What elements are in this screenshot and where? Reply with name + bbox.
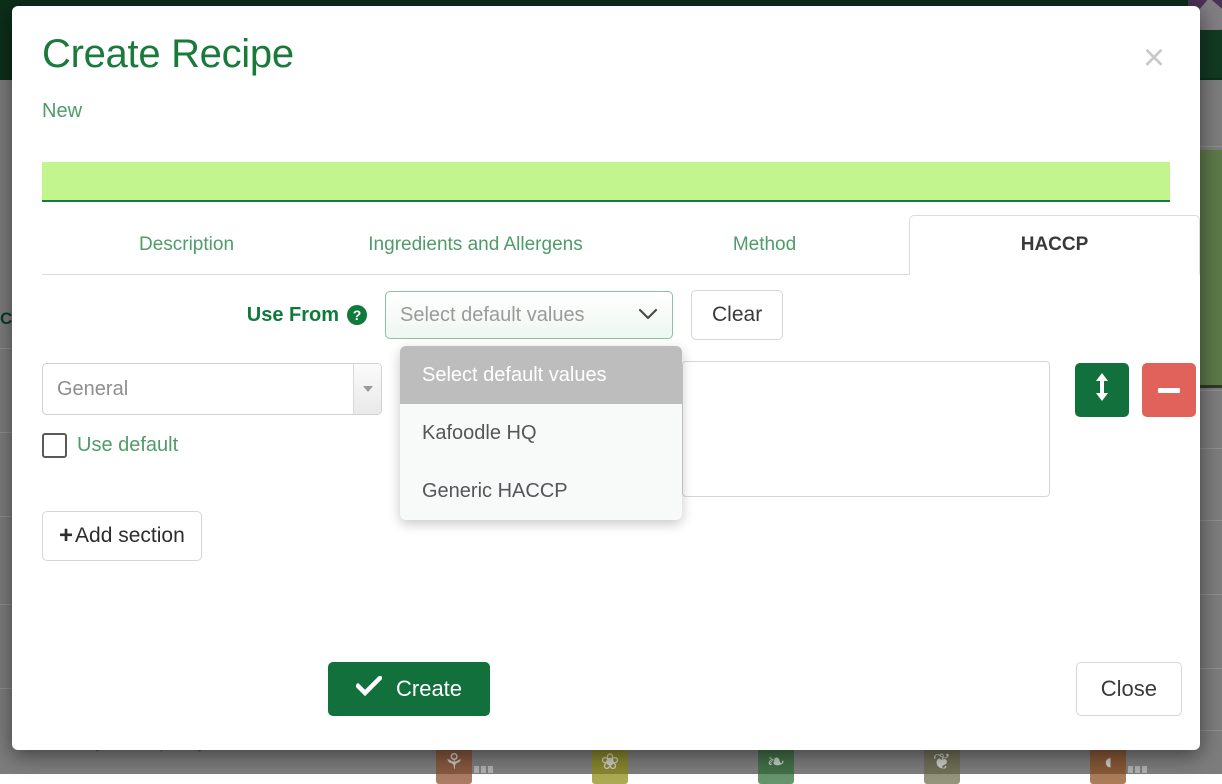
use-default-checkbox[interactable]	[42, 433, 67, 458]
close-button[interactable]: Close	[1076, 662, 1182, 716]
default-values-select-value: Select default values	[400, 304, 585, 327]
modal-footer: Create Close	[12, 646, 1200, 750]
section-note-textarea[interactable]	[682, 361, 1050, 497]
allergen-dots	[474, 760, 496, 768]
use-from-label-group: Use From ?	[12, 304, 367, 327]
default-values-select[interactable]: Select default values	[385, 291, 673, 339]
arrows-vertical-icon	[1094, 372, 1110, 409]
plus-icon: +	[59, 524, 73, 548]
section-name-select-value: General	[57, 378, 128, 401]
tab-method[interactable]: Method	[620, 215, 909, 274]
create-recipe-modal: Create Recipe New × Description Ingredie…	[12, 6, 1200, 750]
section-name-select[interactable]: General	[42, 363, 382, 415]
page-title: Create Recipe	[42, 30, 1170, 78]
use-default-label[interactable]: Use default	[77, 434, 178, 457]
check-icon	[356, 676, 382, 702]
use-from-label: Use From	[247, 304, 339, 327]
default-values-dropdown: Select default values Kafoodle HQ Generi…	[400, 346, 682, 520]
tab-ingredients-and-allergens[interactable]: Ingredients and Allergens	[331, 215, 620, 274]
allergen-dots	[1128, 760, 1150, 768]
dropdown-option-generic-haccp[interactable]: Generic HACCP	[400, 462, 682, 520]
remove-section-button[interactable]	[1142, 363, 1196, 417]
add-section-button[interactable]: + Add section	[42, 511, 202, 561]
dropdown-option-select-default-values[interactable]: Select default values	[400, 346, 682, 404]
move-section-button[interactable]	[1075, 363, 1129, 417]
minus-icon	[1158, 388, 1180, 393]
modal-subtitle: New	[42, 100, 1170, 123]
tab-haccp[interactable]: HACCP	[909, 215, 1200, 275]
caret-down-icon[interactable]	[353, 364, 381, 414]
use-from-row: Use From ? Select default values Clear	[12, 290, 1200, 340]
tab-bar: Description Ingredients and Allergens Me…	[42, 215, 1200, 275]
clear-button[interactable]: Clear	[691, 290, 783, 340]
use-default-checkbox-group[interactable]: Use default	[42, 433, 178, 458]
tab-description[interactable]: Description	[42, 215, 331, 274]
add-section-label: Add section	[75, 524, 185, 548]
create-button[interactable]: Create	[328, 662, 490, 716]
background-partial-text: C	[0, 309, 12, 329]
modal-header: Create Recipe New ×	[12, 6, 1200, 156]
help-circle-icon[interactable]: ?	[347, 305, 367, 325]
dropdown-option-kafoodle-hq[interactable]: Kafoodle HQ	[400, 404, 682, 462]
chevron-down-icon	[638, 305, 658, 325]
status-banner	[42, 162, 1170, 202]
close-icon[interactable]: ×	[1134, 38, 1174, 78]
create-button-label: Create	[396, 676, 462, 702]
